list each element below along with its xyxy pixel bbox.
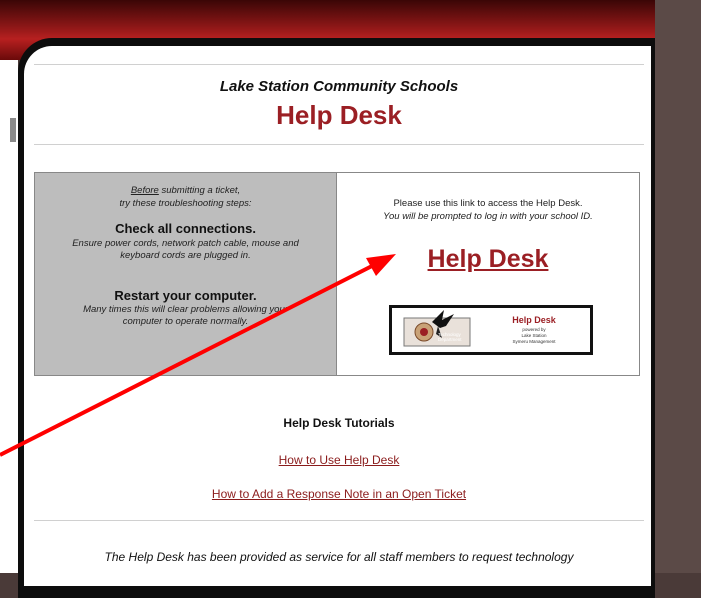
footer-divider xyxy=(34,520,644,521)
page-title: Help Desk xyxy=(276,100,402,130)
page-subtitle: Lake Station Community Schools xyxy=(219,78,459,95)
check-connections-note-1: Ensure power cords, network patch cable,… xyxy=(72,238,299,249)
restart-note-1: Many times this will clear problems allo… xyxy=(83,304,288,315)
left-edge-strip xyxy=(0,0,18,573)
tutorial-link-use-help-desk[interactable]: How to Use Help Desk xyxy=(34,453,644,467)
logo-dept-line2: Department xyxy=(438,337,462,342)
troubleshooting-panel: Before submitting a ticket, try these tr… xyxy=(35,173,337,375)
troubleshooting-intro: Before submitting a ticket, xyxy=(35,184,336,197)
check-connections-note-2: keyboard cords are plugged in. xyxy=(120,250,251,261)
restart-title: Restart your computer. xyxy=(114,288,257,303)
intro-rest: submitting a ticket, xyxy=(158,185,241,196)
footer-text: The Help Desk has been provided as servi… xyxy=(104,550,574,564)
restart-note-2: computer to operate normally. xyxy=(122,316,249,327)
left-edge-marker xyxy=(10,118,16,142)
help-desk-link[interactable]: Help Desk xyxy=(428,245,549,273)
help-desk-logo: Technology Department Help Desk powered … xyxy=(403,310,557,347)
check-connections-title: Check all connections. xyxy=(115,221,256,236)
info-table: Before submitting a ticket, try these tr… xyxy=(34,172,640,376)
tutorial-link-response-note[interactable]: How to Add a Response Note in an Open Ti… xyxy=(34,487,644,501)
access-panel: Please use this link to access the Help … xyxy=(337,173,639,375)
help-desk-logo-button[interactable]: Technology Department Help Desk powered … xyxy=(389,305,593,355)
header-divider xyxy=(34,144,644,145)
access-instruction: Please use this link to access the Help … xyxy=(393,198,583,209)
logo-seal-center xyxy=(420,328,428,336)
troubleshooting-intro-line2: try these troubleshooting steps: xyxy=(119,198,252,209)
access-login-note: You will be prompted to log in with your… xyxy=(383,211,593,222)
logo-org: Lake Station xyxy=(521,333,547,338)
tutorials-heading: Help Desk Tutorials xyxy=(283,416,395,430)
logo-powered-by: powered by xyxy=(522,327,546,332)
logo-title: Help Desk xyxy=(512,315,557,325)
logo-system: Symeru Management xyxy=(512,339,556,344)
intro-before-word: Before xyxy=(130,185,159,196)
right-side-panel xyxy=(655,0,701,573)
help-desk-link-wrap: Help Desk xyxy=(337,245,639,274)
top-divider xyxy=(34,64,644,65)
